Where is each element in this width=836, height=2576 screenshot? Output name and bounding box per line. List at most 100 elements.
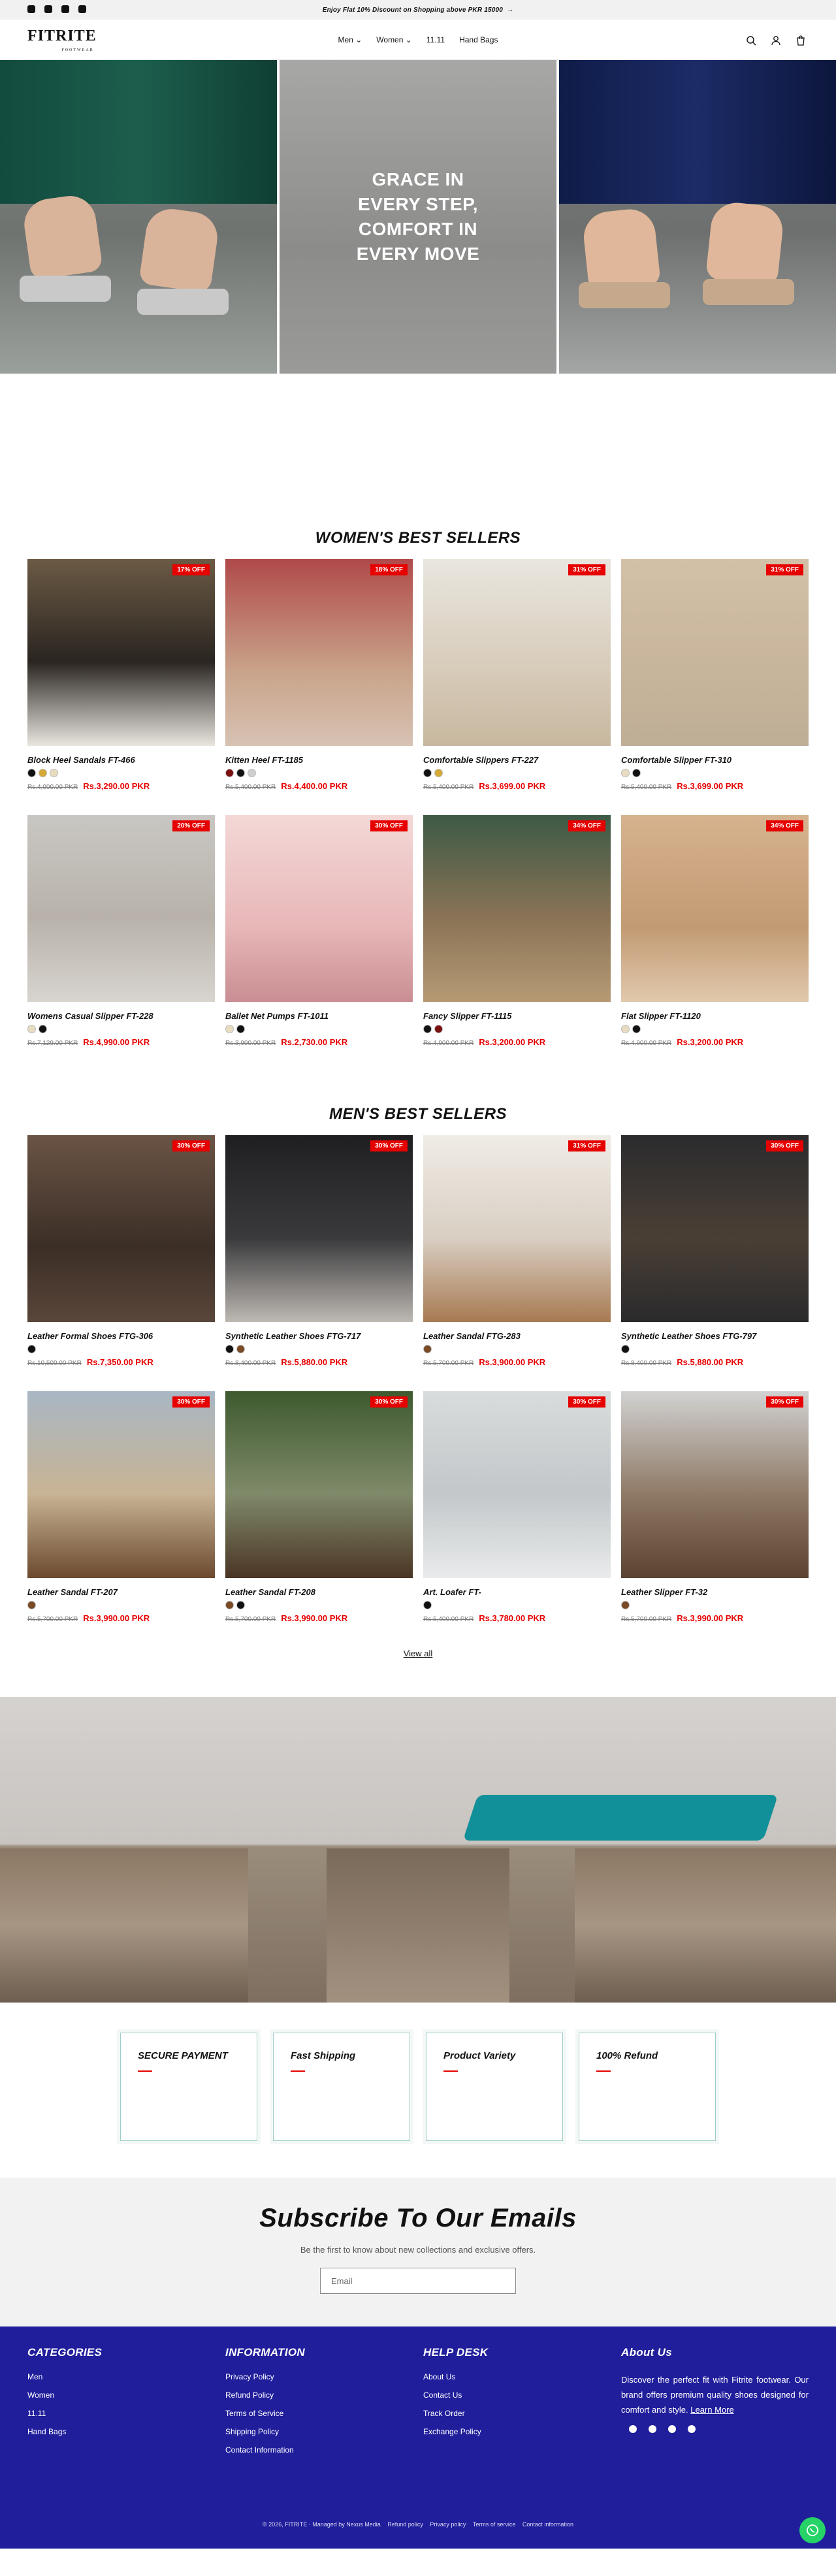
color-swatch[interactable]: [225, 769, 234, 777]
footer-link-terms[interactable]: Terms of Service: [225, 2409, 413, 2418]
product-title[interactable]: Synthetic Leather Shoes FTG-797: [621, 1331, 809, 1341]
product-card[interactable]: 30% OFF Synthetic Leather Shoes FTG-717 Rs…: [225, 1135, 413, 1391]
color-swatch[interactable]: [621, 1601, 630, 1609]
account-icon[interactable]: [771, 35, 781, 46]
youtube-icon[interactable]: [668, 2425, 676, 2433]
color-swatch[interactable]: [236, 1345, 245, 1353]
product-card[interactable]: 31% OFF Comfortable Slipper FT-310 Rs.5,40…: [621, 559, 809, 815]
color-swatch[interactable]: [434, 1025, 443, 1033]
product-card[interactable]: 30% OFF Leather Formal Shoes FTG-306 Rs.10…: [27, 1135, 215, 1391]
product-title[interactable]: Leather Sandal FT-207: [27, 1587, 215, 1597]
product-title[interactable]: Flat Slipper FT-1120: [621, 1011, 809, 1021]
color-swatch[interactable]: [225, 1601, 234, 1609]
footer-link-track-order[interactable]: Track Order: [423, 2409, 611, 2418]
instagram-icon[interactable]: [649, 2425, 656, 2433]
product-image[interactable]: 30% OFF: [27, 1135, 215, 1322]
color-swatch[interactable]: [225, 1345, 234, 1353]
color-swatch[interactable]: [236, 769, 245, 777]
view-all-link[interactable]: View all: [404, 1649, 433, 1658]
color-swatch[interactable]: [423, 1345, 432, 1353]
product-image[interactable]: 30% OFF: [621, 1391, 809, 1578]
color-swatch[interactable]: [27, 1345, 36, 1353]
footer-link-1111[interactable]: 11.11: [27, 2409, 215, 2418]
color-swatch[interactable]: [39, 769, 47, 777]
footer-link-exchange[interactable]: Exchange Policy: [423, 2427, 611, 2436]
footer-link-men[interactable]: Men: [27, 2372, 215, 2381]
product-card[interactable]: 30% OFF Art. Loafer FT- Rs.5,400.00 PKR Rs.…: [423, 1391, 611, 1647]
product-card[interactable]: 30% OFF Ballet Net Pumps FT-1011 Rs.3,900.…: [225, 815, 413, 1071]
product-image[interactable]: 30% OFF: [621, 1135, 809, 1322]
product-title[interactable]: Leather Sandal FT-208: [225, 1587, 413, 1597]
product-image[interactable]: 34% OFF: [621, 815, 809, 1002]
footer-link-shipping[interactable]: Shipping Policy: [225, 2427, 413, 2436]
color-swatch[interactable]: [27, 769, 36, 777]
product-card[interactable]: 20% OFF Womens Casual Slipper FT-228 Rs.7,…: [27, 815, 215, 1071]
color-swatch[interactable]: [27, 1025, 36, 1033]
product-title[interactable]: Leather Slipper FT-32: [621, 1587, 809, 1597]
product-image[interactable]: 31% OFF: [423, 559, 611, 746]
facebook-icon[interactable]: [27, 5, 35, 13]
product-image[interactable]: 30% OFF: [225, 1391, 413, 1578]
product-image[interactable]: 34% OFF: [423, 815, 611, 1002]
product-image[interactable]: 30% OFF: [225, 815, 413, 1002]
bottom-link-contact[interactable]: Contact information: [522, 2521, 573, 2528]
product-title[interactable]: Leather Formal Shoes FTG-306: [27, 1331, 215, 1341]
nav-item-1111[interactable]: 11.11: [426, 35, 445, 44]
color-swatch[interactable]: [632, 1025, 641, 1033]
nav-item-women[interactable]: Women ⌄: [376, 35, 412, 44]
youtube-icon[interactable]: [61, 5, 69, 13]
product-image[interactable]: 17% OFF: [27, 559, 215, 746]
product-title[interactable]: Womens Casual Slipper FT-228: [27, 1011, 215, 1021]
brand-logo[interactable]: FITRITE FOOTWEAR: [27, 28, 97, 57]
bottom-link-privacy[interactable]: Privacy policy: [430, 2521, 466, 2528]
product-card[interactable]: 31% OFF Leather Sandal FTG-283 Rs.5,700.00…: [423, 1135, 611, 1391]
color-swatch[interactable]: [434, 769, 443, 777]
whatsapp-chat-button[interactable]: [799, 2517, 826, 2543]
color-swatch[interactable]: [50, 769, 58, 777]
product-image[interactable]: 30% OFF: [225, 1135, 413, 1322]
product-card[interactable]: 30% OFF Leather Sandal FT-208 Rs.5,700.00 …: [225, 1391, 413, 1647]
product-title[interactable]: Synthetic Leather Shoes FTG-717: [225, 1331, 413, 1341]
footer-link-hand-bags[interactable]: Hand Bags: [27, 2427, 215, 2436]
email-input[interactable]: Email: [320, 2268, 516, 2294]
instagram-icon[interactable]: [44, 5, 52, 13]
color-swatch[interactable]: [621, 1345, 630, 1353]
product-image[interactable]: 31% OFF: [621, 559, 809, 746]
color-swatch[interactable]: [248, 769, 256, 777]
color-swatch[interactable]: [236, 1601, 245, 1609]
bottom-link-terms[interactable]: Terms of service: [473, 2521, 516, 2528]
product-card[interactable]: 30% OFF Leather Slipper FT-32 Rs.5,700.00 …: [621, 1391, 809, 1647]
product-title[interactable]: Comfortable Slippers FT-227: [423, 755, 611, 765]
product-card[interactable]: 30% OFF Synthetic Leather Shoes FTG-797 Rs…: [621, 1135, 809, 1391]
footer-link-refund[interactable]: Refund Policy: [225, 2391, 413, 2400]
product-card[interactable]: 34% OFF Fancy Slipper FT-1115 Rs.4,900.00 …: [423, 815, 611, 1071]
product-title[interactable]: Leather Sandal FTG-283: [423, 1331, 611, 1341]
nav-item-hand-bags[interactable]: Hand Bags: [459, 35, 498, 44]
product-title[interactable]: Comfortable Slipper FT-310: [621, 755, 809, 765]
footer-link-privacy[interactable]: Privacy Policy: [225, 2372, 413, 2381]
product-card[interactable]: 31% OFF Comfortable Slippers FT-227 Rs.5,4…: [423, 559, 611, 815]
product-card[interactable]: 17% OFF Block Heel Sandals FT-466 Rs.4,000…: [27, 559, 215, 815]
product-image[interactable]: 18% OFF: [225, 559, 413, 746]
color-swatch[interactable]: [423, 1025, 432, 1033]
color-swatch[interactable]: [621, 769, 630, 777]
color-swatch[interactable]: [621, 1025, 630, 1033]
search-icon[interactable]: [746, 35, 756, 46]
footer-link-contact-info[interactable]: Contact Information: [225, 2445, 413, 2455]
nav-item-men[interactable]: Men ⌄: [338, 35, 362, 44]
product-card[interactable]: 30% OFF Leather Sandal FT-207 Rs.5,700.00 …: [27, 1391, 215, 1647]
announcement-link[interactable]: Enjoy Flat 10% Discount on Shopping abov…: [323, 7, 514, 14]
color-swatch[interactable]: [39, 1025, 47, 1033]
color-swatch[interactable]: [27, 1601, 36, 1609]
product-card[interactable]: 34% OFF Flat Slipper FT-1120 Rs.4,900.00 P…: [621, 815, 809, 1071]
learn-more-link[interactable]: Learn More: [690, 2405, 733, 2415]
footer-link-about[interactable]: About Us: [423, 2372, 611, 2381]
cart-icon[interactable]: [796, 35, 806, 46]
footer-link-contact[interactable]: Contact Us: [423, 2391, 611, 2400]
tiktok-icon[interactable]: [78, 5, 86, 13]
product-image[interactable]: 20% OFF: [27, 815, 215, 1002]
product-image[interactable]: 30% OFF: [423, 1391, 611, 1578]
color-swatch[interactable]: [423, 1601, 432, 1609]
product-title[interactable]: Block Heel Sandals FT-466: [27, 755, 215, 765]
hero-banner[interactable]: GRACE IN EVERY STEP, COMFORT IN EVERY MO…: [0, 60, 836, 374]
